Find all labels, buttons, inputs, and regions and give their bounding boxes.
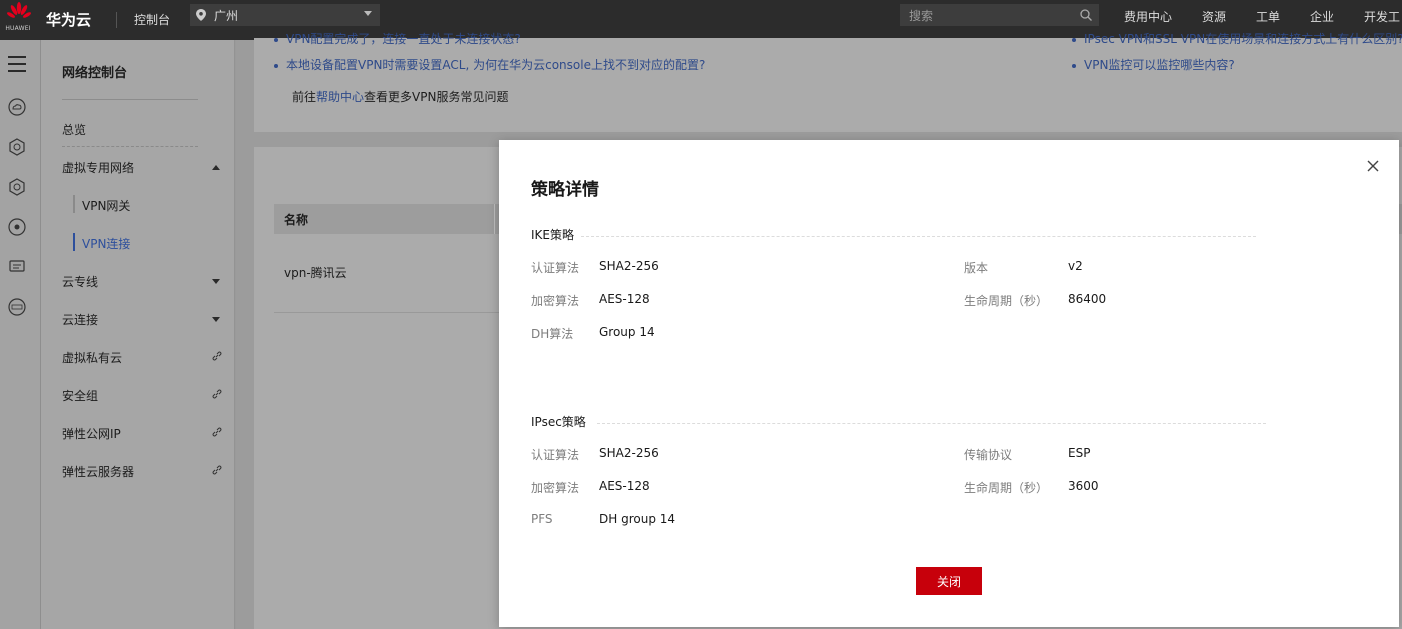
ike-enc-value: AES-128 [599, 292, 650, 306]
link-icon [212, 465, 222, 475]
ipsec-enc-label: 加密算法 [531, 481, 580, 495]
row-divider [274, 312, 500, 313]
ike-version-value: v2 [1068, 259, 1083, 273]
search-input[interactable]: 搜索 [900, 4, 1099, 26]
menu-item-vpn[interactable]: 虚拟专用网络 [62, 159, 134, 176]
location-pin-icon [196, 9, 206, 21]
region-value: 广州 [214, 9, 239, 23]
ipsec-auth-label: 认证算法 [531, 448, 580, 462]
faq-text: IPsec VPN和SSL VPN在使用场景和连接方式上有什么区别? [1084, 32, 1402, 46]
ipsec-section-title: IPsec策略 [531, 415, 586, 429]
table-row-name[interactable]: vpn-腾讯云 [284, 264, 347, 281]
hexagon-icon[interactable] [8, 178, 26, 196]
section-divider [581, 236, 1256, 237]
menu-item-direct-connect[interactable]: 云专线 [62, 273, 98, 290]
chevron-down-icon[interactable] [212, 317, 220, 322]
ipsec-lifetime-label: 生命周期（秒） [964, 481, 1049, 495]
ipsec-pfs-label: PFS [531, 512, 553, 526]
menu-item-vpn-connection[interactable]: VPN连接 [82, 235, 130, 252]
column-name-header[interactable]: 名称 [284, 211, 308, 228]
bullet [1072, 63, 1076, 68]
help-prefix: 前往 [292, 90, 317, 104]
ike-section-title: IKE策略 [531, 228, 574, 242]
menu-item-ecs[interactable]: 弹性云服务器 [62, 463, 134, 480]
watermark: CSDN @自动化了去摸鱼 [1176, 603, 1366, 623]
ike-version-label: 版本 [964, 261, 989, 275]
nav-tickets[interactable]: 工单 [1256, 8, 1280, 25]
faq-text: VPN监控可以监控哪些内容? [1084, 58, 1235, 72]
menu-title: 网络控制台 [62, 66, 128, 81]
vpn-icon[interactable] [8, 298, 26, 316]
link-icon [212, 427, 222, 437]
close-button[interactable]: 关闭 [916, 567, 982, 595]
divider [62, 99, 198, 100]
faq-link[interactable]: VPN监控可以监控哪些内容? [1072, 56, 1235, 73]
brand-name[interactable]: 华为云 [46, 9, 91, 30]
chevron-down-icon[interactable] [212, 279, 220, 284]
ike-auth-label: 认证算法 [531, 261, 580, 275]
menu-item-cloud-connect[interactable]: 云连接 [62, 311, 98, 328]
menu-item-eip[interactable]: 弹性公网IP [62, 425, 121, 442]
icon-rail [0, 40, 41, 629]
nav-enterprise[interactable]: 企业 [1310, 8, 1334, 25]
help-center-link[interactable]: 帮助中心 [316, 90, 364, 104]
table-header: 名称 [274, 204, 500, 234]
ike-dh-label: DH算法 [531, 327, 574, 341]
ipsec-lifetime-value: 3600 [1068, 479, 1099, 493]
region-selector[interactable]: 广州 [190, 4, 380, 26]
faq-link[interactable]: 本地设备配置VPN时需要设置ACL, 为何在华为云console上找不到对应的配… [274, 56, 705, 73]
nav-resources[interactable]: 资源 [1202, 8, 1226, 25]
chevron-down-icon [364, 11, 372, 16]
faq-text: VPN配置完成了，连接一直处于未连接状态? [286, 32, 521, 46]
dialog-title: 策略详情 [531, 180, 599, 200]
ike-auth-value: SHA2-256 [599, 259, 659, 273]
submenu-indicator-active [73, 233, 75, 251]
divider [62, 146, 198, 147]
faq-card: VPN配置完成了，连接一直处于未连接状态? 本地设备配置VPN时需要设置ACL,… [254, 32, 1402, 132]
ipsec-enc-value: AES-128 [599, 479, 650, 493]
search-placeholder: 搜索 [909, 9, 934, 23]
faq-link[interactable]: IPsec VPN和SSL VPN在使用场景和连接方式上有什么区别? [1072, 30, 1402, 47]
huawei-logo-icon[interactable] [4, 2, 34, 38]
cloud-icon[interactable] [8, 98, 26, 116]
help-suffix: 查看更多VPN服务常见问题 [364, 90, 509, 104]
menu-item-vpc[interactable]: 虚拟私有云 [62, 349, 122, 366]
ipsec-protocol-value: ESP [1068, 446, 1091, 460]
bullet [274, 63, 278, 68]
help-center-line: 前往帮助中心查看更多VPN服务常见问题 [292, 88, 508, 105]
side-menu: 网络控制台 总览 虚拟专用网络 VPN网关 VPN连接 云专线 云连接 虚拟私有… [41, 40, 235, 629]
nav-developer[interactable]: 开发工 [1364, 8, 1400, 25]
submenu-indicator [73, 195, 75, 213]
link-icon [212, 351, 222, 361]
eye-icon[interactable] [8, 218, 26, 236]
ike-enc-label: 加密算法 [531, 294, 580, 308]
ipsec-auth-value: SHA2-256 [599, 446, 659, 460]
menu-item-security-group[interactable]: 安全组 [62, 387, 98, 404]
faq-text: 本地设备配置VPN时需要设置ACL, 为何在华为云console上找不到对应的配… [286, 58, 706, 72]
console-link[interactable]: 控制台 [134, 11, 170, 28]
section-divider [597, 423, 1266, 424]
ipsec-pfs-value: DH group 14 [599, 512, 676, 526]
ike-lifetime-value: 86400 [1068, 292, 1107, 306]
hexagon-icon[interactable] [8, 138, 26, 156]
menu-item-overview[interactable]: 总览 [62, 121, 86, 138]
chevron-up-icon[interactable] [212, 165, 220, 170]
nav-billing[interactable]: 费用中心 [1124, 8, 1172, 25]
ike-dh-value: Group 14 [599, 325, 655, 339]
menu-icon[interactable] [8, 56, 26, 72]
column-divider [494, 204, 495, 234]
menu-item-vpn-gateway[interactable]: VPN网关 [82, 197, 130, 214]
close-icon[interactable] [1365, 158, 1381, 174]
bullet [1072, 37, 1076, 42]
ike-lifetime-label: 生命周期（秒） [964, 294, 1049, 308]
policy-details-dialog: 策略详情 IKE策略 认证算法 SHA2-256 版本 v2 加密算法 AES-… [499, 140, 1399, 627]
link-icon [212, 389, 222, 399]
message-icon[interactable] [8, 258, 26, 276]
search-icon[interactable] [1080, 9, 1092, 21]
divider [116, 12, 117, 28]
faq-link[interactable]: VPN配置完成了，连接一直处于未连接状态? [274, 30, 521, 47]
ipsec-protocol-label: 传输协议 [964, 448, 1013, 462]
bullet [274, 37, 278, 42]
logo-text: HUAWEI [5, 25, 31, 32]
